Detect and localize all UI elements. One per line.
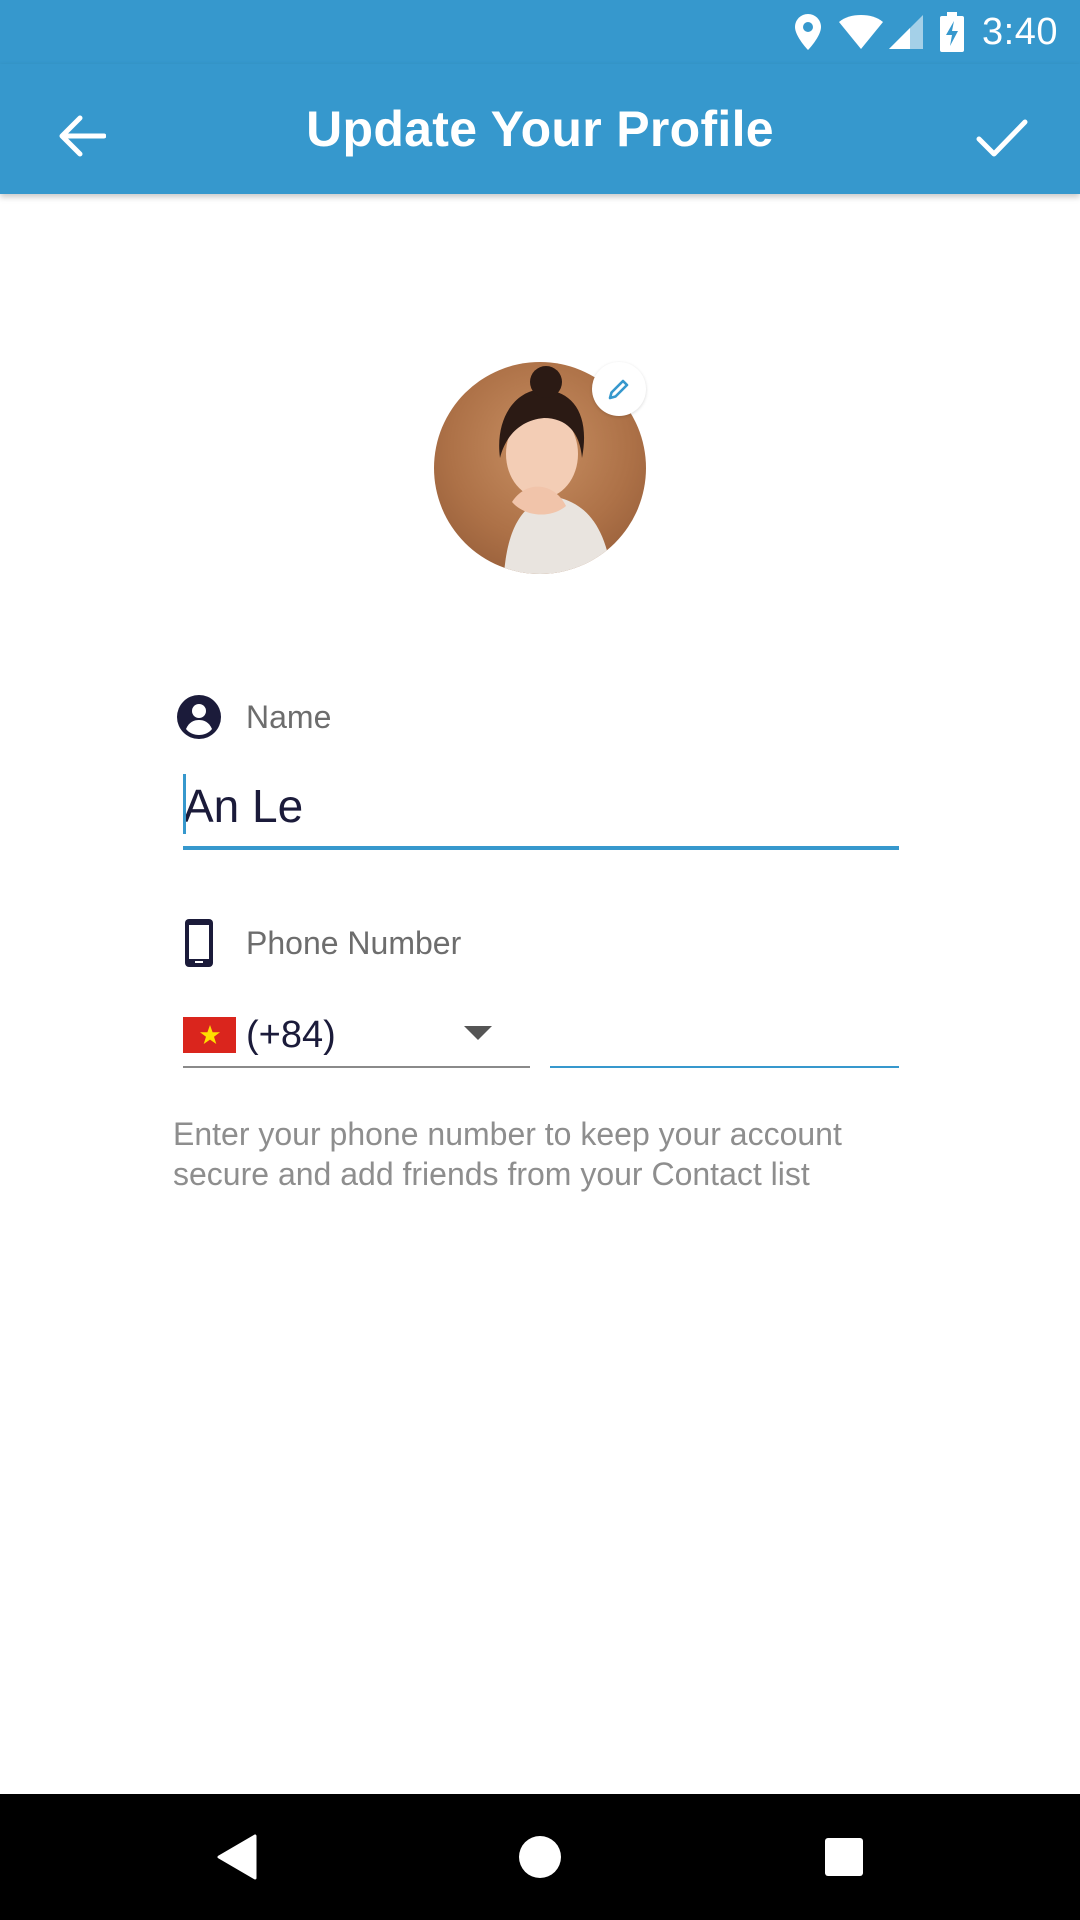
name-input[interactable] xyxy=(183,770,899,842)
vietnam-flag-icon xyxy=(183,1017,236,1053)
nav-recents-icon xyxy=(825,1838,863,1876)
phone-label-row: Phone Number xyxy=(176,918,461,968)
app-bar: Update Your Profile xyxy=(0,64,1080,194)
account-circle-icon xyxy=(177,695,221,739)
confirm-button[interactable] xyxy=(966,102,1038,174)
phone-number-input[interactable] xyxy=(550,1004,899,1064)
checkmark-icon xyxy=(976,119,1028,157)
phone-number-field[interactable] xyxy=(550,1004,899,1068)
system-nav-bar xyxy=(0,1794,1080,1920)
name-label-row: Name xyxy=(176,694,331,740)
country-code: (+84) xyxy=(246,1013,336,1056)
status-icons: 3:40 xyxy=(778,0,1080,64)
phone-helper-text: Enter your phone number to keep your acc… xyxy=(173,1116,842,1192)
location-icon xyxy=(794,13,822,51)
cell-signal-icon xyxy=(888,14,924,50)
status-bar: 3:40 xyxy=(0,0,1080,64)
nav-recents-button[interactable] xyxy=(811,1824,877,1890)
dropdown-arrow-icon xyxy=(464,1026,492,1040)
nav-back-icon xyxy=(217,1834,257,1880)
country-code-select[interactable]: (+84) xyxy=(183,1004,530,1068)
battery-charging-icon xyxy=(940,12,965,52)
pencil-icon xyxy=(608,379,629,400)
smartphone-icon xyxy=(185,919,213,967)
status-time: 3:40 xyxy=(982,10,1058,53)
name-label: Name xyxy=(246,698,332,735)
phone-label: Phone Number xyxy=(246,924,462,961)
nav-back-button[interactable] xyxy=(203,1824,269,1890)
wifi-icon xyxy=(838,14,884,50)
edit-avatar-button[interactable] xyxy=(592,362,646,416)
text-cursor xyxy=(183,774,186,834)
name-field[interactable] xyxy=(183,770,899,850)
avatar-container[interactable] xyxy=(434,362,646,574)
nav-home-icon xyxy=(519,1836,561,1878)
page-title: Update Your Profile xyxy=(306,101,774,157)
nav-home-button[interactable] xyxy=(507,1824,573,1890)
